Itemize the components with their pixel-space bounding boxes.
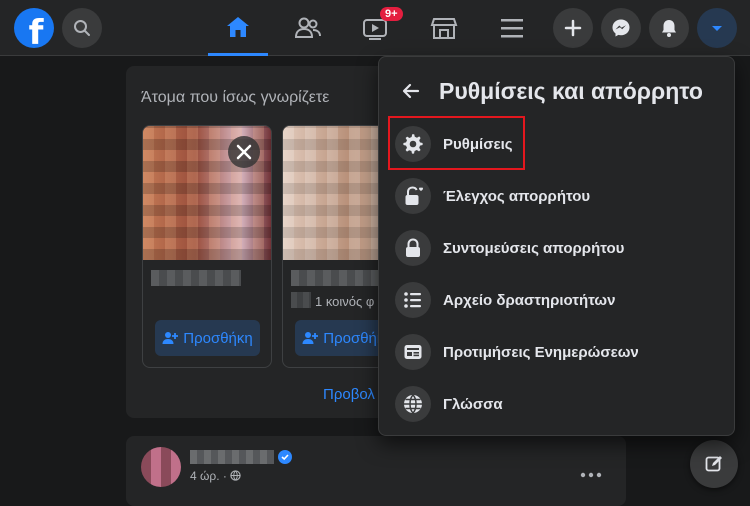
mutual-friend-avatar-blurred (291, 292, 311, 308)
globe-icon (395, 386, 431, 422)
search-icon (74, 20, 90, 36)
add-friend-label: Προσθήκη (183, 329, 253, 347)
mutual-friends-count[interactable]: 1 κοινός φ (315, 294, 374, 309)
top-navigation-bar: f 9+ (0, 0, 750, 56)
lock-heart-icon (395, 178, 431, 214)
friends-icon (294, 17, 321, 38)
menu-item-privacy-shortcuts[interactable]: Συντομεύσεις απορρήτου (389, 224, 726, 272)
add-friend-button[interactable]: Προσθήκη (155, 320, 260, 356)
post-timestamp[interactable]: 4 ώρ. · (190, 469, 241, 483)
pymk-title: Άτομα που ίσως γνωρίζετε (141, 89, 330, 106)
person-name-blurred (291, 270, 381, 286)
menu-item-language[interactable]: Γλώσσα (389, 380, 726, 428)
marketplace-store-icon (430, 18, 458, 39)
globe-icon (230, 470, 241, 481)
chevron-down-icon (712, 26, 722, 31)
highlight-box (388, 116, 525, 170)
home-icon (227, 16, 249, 37)
tab-menu[interactable] (482, 0, 542, 56)
tab-friends[interactable] (278, 0, 338, 56)
menu-item-news-feed-preferences[interactable]: Προτιμήσεις Ενημερώσεων (389, 328, 726, 376)
notifications-badge: 9+ (380, 7, 403, 21)
see-all-link[interactable]: Προβολ (323, 386, 375, 403)
menu-item-label: Γλώσσα (443, 395, 503, 413)
settings-privacy-menu: Ρυθμίσεις και απόρρητο Ρυθμίσεις Έλεγχος… (378, 56, 735, 436)
more-dots-icon (580, 472, 602, 478)
create-button[interactable] (553, 8, 593, 48)
bell-icon (662, 20, 676, 37)
tab-home[interactable] (208, 0, 268, 56)
menu-item-label: Συντομεύσεις απορρήτου (443, 239, 625, 257)
news-feed-icon (395, 334, 431, 370)
menu-header: Ρυθμίσεις και απόρρητο (379, 71, 736, 111)
messenger-button[interactable] (601, 8, 641, 48)
menu-item-privacy-checkup[interactable]: Έλεγχος απορρήτου (389, 172, 726, 220)
list-icon (395, 282, 431, 318)
notifications-button[interactable] (649, 8, 689, 48)
person-card[interactable]: Προσθήκη (142, 125, 272, 368)
post-more-options-button[interactable] (580, 462, 602, 483)
menu-item-label: Αρχείο δραστηριοτήτων (443, 291, 616, 309)
back-button[interactable] (389, 71, 433, 111)
lock-icon (395, 230, 431, 266)
facebook-logo[interactable]: f (14, 8, 54, 48)
close-icon (236, 144, 252, 160)
arrow-left-icon (402, 83, 420, 99)
verified-badge-icon (278, 450, 292, 464)
messenger-icon (612, 19, 630, 37)
menu-title: Ρυθμίσεις και απόρρητο (439, 77, 703, 104)
hamburger-menu-icon (501, 19, 523, 38)
person-name-blurred (151, 270, 241, 286)
add-friend-icon (302, 332, 319, 344)
search-button[interactable] (62, 8, 102, 48)
dismiss-button[interactable] (228, 136, 260, 168)
post-author-name-blurred[interactable] (190, 450, 274, 464)
add-friend-icon (162, 332, 179, 344)
tab-marketplace[interactable] (414, 0, 474, 56)
plus-icon (564, 19, 582, 37)
compose-edit-icon (705, 456, 722, 472)
menu-item-activity-log[interactable]: Αρχείο δραστηριοτήτων (389, 276, 726, 324)
menu-item-label: Προτιμήσεις Ενημερώσεων (443, 343, 639, 361)
account-menu-button[interactable] (697, 8, 737, 48)
new-message-button[interactable] (690, 440, 738, 488)
avatar[interactable] (141, 447, 181, 487)
menu-item-label: Έλεγχος απορρήτου (443, 187, 591, 205)
